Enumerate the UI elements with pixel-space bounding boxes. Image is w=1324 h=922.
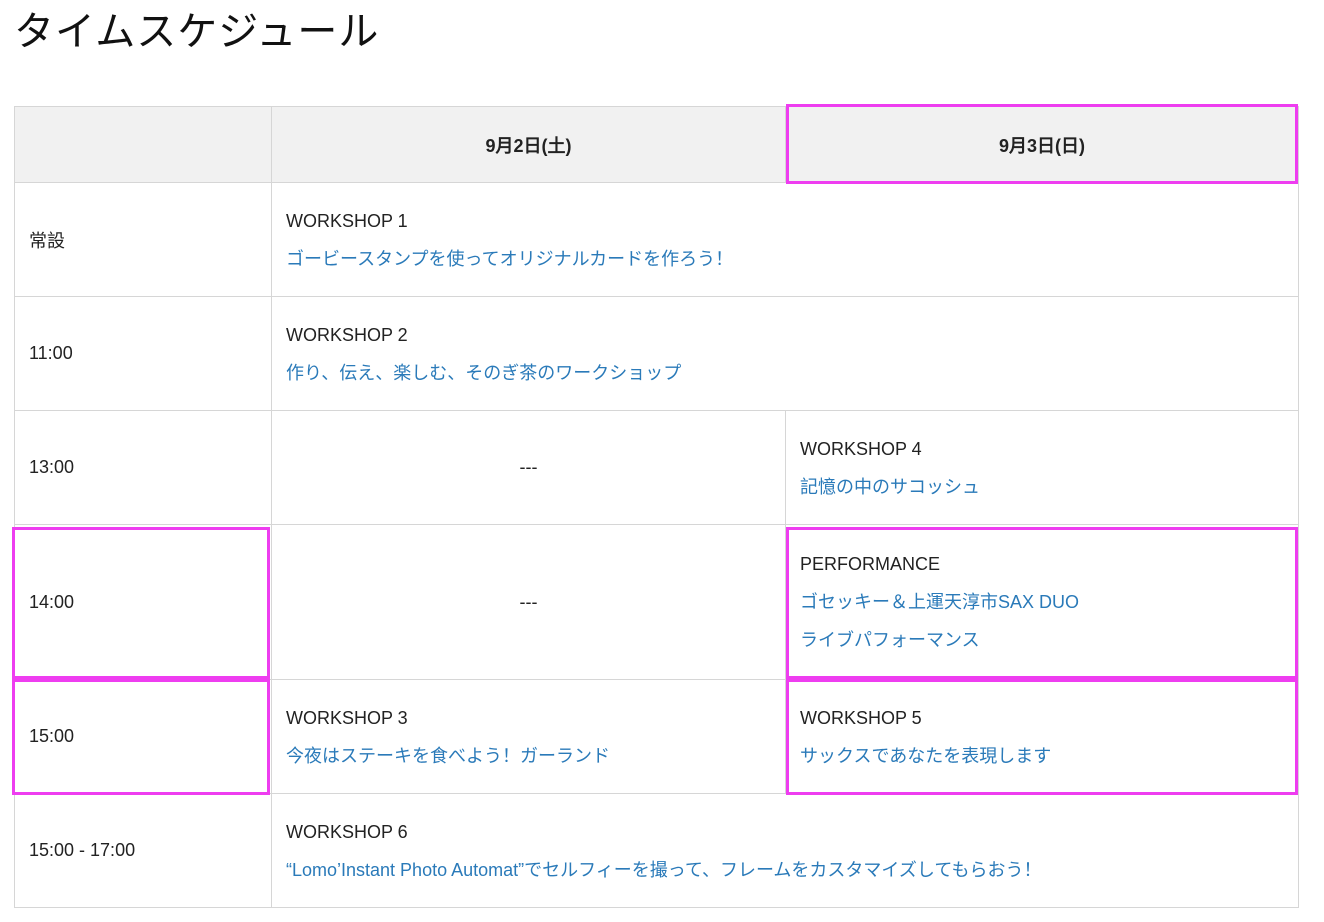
- table-row: 15:00 WORKSHOP 3 今夜はステーキを食べよう！ガーランド WORK…: [14, 679, 1299, 794]
- event-cell: WORKSHOP 5 サックスであなたを表現します: [785, 679, 1299, 794]
- empty-slot: ---: [271, 524, 786, 680]
- event-cell: WORKSHOP 3 今夜はステーキを食べよう！ガーランド: [271, 679, 786, 794]
- event-category: WORKSHOP 1: [286, 210, 408, 231]
- table-row: 15:00 - 17:00 WORKSHOP 6 “Lomo’Instant P…: [14, 793, 1299, 908]
- event-link[interactable]: ゴセッキー＆上運天淳市SAX DUO: [800, 583, 1284, 621]
- page-title: タイムスケジュール: [14, 10, 380, 54]
- event-link[interactable]: 今夜はステーキを食べよう！ガーランド: [286, 737, 771, 775]
- time-cell: 11:00: [14, 296, 272, 411]
- header-day1: 9月2日(土): [271, 106, 786, 183]
- event-link[interactable]: ゴービースタンプを使ってオリジナルカードを作ろう！: [286, 240, 1284, 278]
- time-cell: 15:00: [14, 679, 272, 794]
- event-cell: PERFORMANCE ゴセッキー＆上運天淳市SAX DUO ライブパフォーマン…: [785, 524, 1299, 680]
- empty-slot: ---: [271, 410, 786, 525]
- event-category: WORKSHOP 6: [286, 821, 408, 842]
- table-row: 11:00 WORKSHOP 2 作り、伝え、楽しむ、そのぎ茶のワークショップ: [14, 296, 1299, 411]
- time-cell: 14:00: [14, 524, 272, 680]
- event-category: WORKSHOP 5: [800, 707, 922, 728]
- event-link[interactable]: 作り、伝え、楽しむ、そのぎ茶のワークショップ: [286, 354, 1284, 392]
- event-cell: WORKSHOP 6 “Lomo’Instant Photo Automat”で…: [271, 793, 1299, 908]
- time-cell: 15:00 - 17:00: [14, 793, 272, 908]
- event-link[interactable]: ライブパフォーマンス: [800, 621, 1284, 659]
- event-link[interactable]: 記憶の中のサコッシュ: [800, 468, 1284, 506]
- event-category: PERFORMANCE: [800, 554, 941, 574]
- header-row: 9月2日(土) 9月3日(日): [14, 106, 1299, 183]
- event-link[interactable]: サックスであなたを表現します: [800, 737, 1284, 775]
- event-cell: WORKSHOP 2 作り、伝え、楽しむ、そのぎ茶のワークショップ: [271, 296, 1299, 411]
- event-category: WORKSHOP 2: [286, 324, 408, 345]
- event-link[interactable]: “Lomo’Instant Photo Automat”でセルフィーを撮って、フ…: [286, 851, 1284, 889]
- event-cell: WORKSHOP 1 ゴービースタンプを使ってオリジナルカードを作ろう！: [271, 182, 1299, 297]
- header-time-cell: [14, 106, 272, 183]
- time-cell: 常設: [14, 182, 272, 297]
- event-cell: WORKSHOP 4 記憶の中のサコッシュ: [785, 410, 1299, 525]
- event-category: WORKSHOP 3: [286, 707, 408, 728]
- table-row: 14:00 --- PERFORMANCE ゴセッキー＆上運天淳市SAX DUO…: [14, 524, 1299, 680]
- table-row: 常設 WORKSHOP 1 ゴービースタンプを使ってオリジナルカードを作ろう！: [14, 182, 1299, 297]
- header-day2: 9月3日(日): [785, 106, 1299, 183]
- table-row: 13:00 --- WORKSHOP 4 記憶の中のサコッシュ: [14, 410, 1299, 525]
- time-cell: 13:00: [14, 410, 272, 525]
- event-category: WORKSHOP 4: [800, 438, 922, 459]
- schedule-table: 9月2日(土) 9月3日(日) 常設 WORKSHOP 1 ゴービースタンプを使…: [14, 106, 1299, 908]
